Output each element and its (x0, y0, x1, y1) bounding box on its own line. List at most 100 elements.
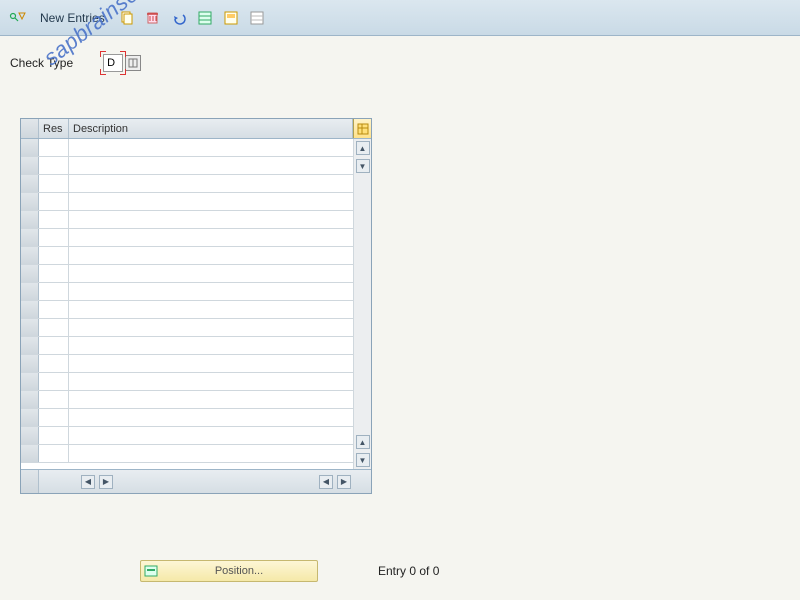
row-selector[interactable] (21, 409, 39, 426)
table-row (21, 301, 353, 319)
column-header-description[interactable]: Description (69, 119, 353, 138)
value-help-icon[interactable] (125, 55, 141, 71)
scroll-left-icon[interactable]: ◀ (81, 475, 95, 489)
row-selector[interactable] (21, 157, 39, 174)
row-selector[interactable] (21, 319, 39, 336)
cell-res[interactable] (39, 229, 69, 246)
row-selector[interactable] (21, 193, 39, 210)
select-block-icon[interactable] (221, 8, 241, 28)
cell-description[interactable] (69, 319, 353, 336)
row-selector[interactable] (21, 283, 39, 300)
delete-entry-icon[interactable] (143, 8, 163, 28)
field-row: Check Type (0, 36, 800, 78)
cell-description[interactable] (69, 337, 353, 354)
table-row (21, 373, 353, 391)
table-row (21, 319, 353, 337)
row-selector[interactable] (21, 427, 39, 444)
cell-description[interactable] (69, 427, 353, 444)
scroll-down-icon[interactable]: ▼ (356, 453, 370, 467)
toggle-display-change-icon[interactable] (8, 8, 28, 28)
cell-description[interactable] (69, 445, 353, 462)
cell-description[interactable] (69, 355, 353, 372)
cell-description[interactable] (69, 301, 353, 318)
row-selector[interactable] (21, 355, 39, 372)
cell-description[interactable] (69, 373, 353, 390)
cell-description[interactable] (69, 193, 353, 210)
position-label: Position... (161, 565, 317, 577)
row-selector[interactable] (21, 139, 39, 156)
cell-res[interactable] (39, 373, 69, 390)
table-row (21, 211, 353, 229)
cell-res[interactable] (39, 355, 69, 372)
row-selector[interactable] (21, 229, 39, 246)
cell-description[interactable] (69, 175, 353, 192)
row-selector[interactable] (21, 175, 39, 192)
cell-res[interactable] (39, 445, 69, 462)
column-header-res[interactable]: Res (39, 119, 69, 138)
bottom-row: Position... Entry 0 of 0 (140, 560, 439, 582)
table-row (21, 391, 353, 409)
cell-res[interactable] (39, 283, 69, 300)
cell-res[interactable] (39, 193, 69, 210)
scroll-down-step-icon[interactable]: ▼ (356, 159, 370, 173)
undo-icon[interactable] (169, 8, 189, 28)
grid-footer: ◀ ▶ ◀ ▶ (21, 469, 371, 493)
cell-res[interactable] (39, 175, 69, 192)
table-row (21, 409, 353, 427)
table-row (21, 265, 353, 283)
cell-res[interactable] (39, 409, 69, 426)
grid-footer-stub (21, 470, 39, 493)
check-type-label: Check Type (10, 56, 73, 70)
row-selector[interactable] (21, 373, 39, 390)
cell-description[interactable] (69, 229, 353, 246)
cell-description[interactable] (69, 211, 353, 228)
scroll-left-step-icon[interactable]: ◀ (319, 475, 333, 489)
cell-res[interactable] (39, 301, 69, 318)
scroll-right-step-icon[interactable]: ▶ (99, 475, 113, 489)
cell-res[interactable] (39, 247, 69, 264)
cell-description[interactable] (69, 283, 353, 300)
row-selector[interactable] (21, 265, 39, 282)
table-row (21, 193, 353, 211)
scroll-up-step-icon[interactable]: ▲ (356, 435, 370, 449)
cell-description[interactable] (69, 409, 353, 426)
position-button[interactable]: Position... (140, 560, 318, 582)
cell-res[interactable] (39, 337, 69, 354)
scroll-up-icon[interactable]: ▲ (356, 141, 370, 155)
cell-description[interactable] (69, 157, 353, 174)
cell-description[interactable] (69, 247, 353, 264)
cell-res[interactable] (39, 265, 69, 282)
check-type-input-wrap (103, 54, 141, 72)
grid-select-all[interactable] (21, 119, 39, 138)
cell-description[interactable] (69, 139, 353, 156)
deselect-all-icon[interactable] (247, 8, 267, 28)
copy-as-icon[interactable] (117, 8, 137, 28)
column-config-icon[interactable] (353, 119, 371, 138)
row-selector[interactable] (21, 301, 39, 318)
cell-description[interactable] (69, 391, 353, 408)
row-selector[interactable] (21, 211, 39, 228)
scroll-right-icon[interactable]: ▶ (337, 475, 351, 489)
row-selector[interactable] (21, 337, 39, 354)
toolbar: New Entries (0, 0, 800, 36)
cell-description[interactable] (69, 265, 353, 282)
table-row (21, 337, 353, 355)
row-selector[interactable] (21, 391, 39, 408)
grid-vertical-scroll: ▲ ▼ ▲ ▼ (353, 139, 371, 469)
row-selector[interactable] (21, 247, 39, 264)
cell-res[interactable] (39, 319, 69, 336)
cell-res[interactable] (39, 139, 69, 156)
table-row (21, 355, 353, 373)
new-entries-label: New Entries (40, 11, 105, 25)
cell-res[interactable] (39, 211, 69, 228)
table-row (21, 139, 353, 157)
cell-res[interactable] (39, 157, 69, 174)
select-all-icon[interactable] (195, 8, 215, 28)
cell-res[interactable] (39, 427, 69, 444)
row-selector[interactable] (21, 445, 39, 462)
new-entries-button[interactable]: New Entries (34, 6, 111, 30)
check-type-input[interactable] (103, 54, 123, 72)
position-icon (141, 564, 161, 578)
cell-res[interactable] (39, 391, 69, 408)
table-row (21, 229, 353, 247)
